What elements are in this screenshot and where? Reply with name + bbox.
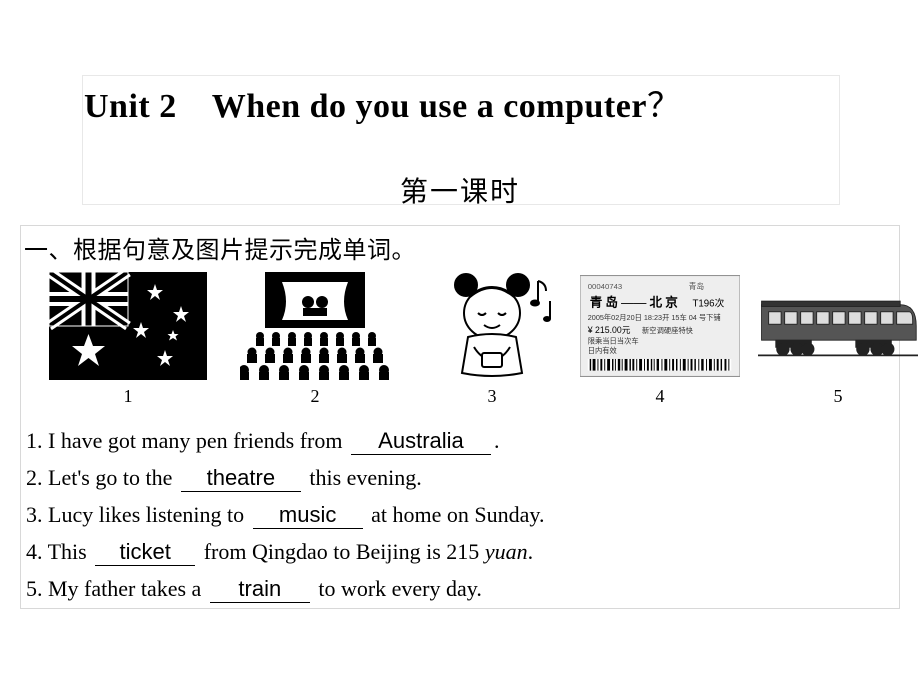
- answer-blank: music: [253, 503, 363, 529]
- svg-text:青 岛 —— 北 京: 青 岛 —— 北 京: [590, 295, 679, 310]
- italic-word: yuan: [485, 539, 528, 564]
- svg-text:¥ 215.00元: ¥ 215.00元: [587, 325, 631, 335]
- train-icon: [758, 286, 918, 366]
- ticket-icon: 00040743 青岛 青 岛 —— 北 京 T196次 2005年02月20日…: [580, 270, 740, 382]
- sentence-5: 5. My father takes a train to work every…: [26, 570, 896, 607]
- sentence-3: 3. Lucy likes listening to music at home…: [26, 496, 896, 533]
- image-number: 1: [48, 386, 208, 407]
- image-1-australia-flag: 1: [48, 272, 208, 407]
- svg-text:2005年02月20日 18:23开 15车 04 号下铺: 2005年02月20日 18:23开 15车 04 号下铺: [588, 313, 721, 322]
- sentence-text: from Qingdao to Beijing is 215: [198, 539, 485, 564]
- sentence-text: 4. This: [26, 539, 92, 564]
- answer-blank: train: [210, 577, 310, 603]
- image-5-train: 5: [758, 272, 918, 407]
- sentence-text: 2. Let's go to the: [26, 465, 178, 490]
- lesson-subtitle: 第一课时: [0, 170, 920, 210]
- theatre-icon: [240, 272, 390, 380]
- sentence-1: 1. I have got many pen friends from Aust…: [26, 422, 896, 459]
- answer-blank: Australia: [351, 429, 491, 455]
- svg-text:T196次: T196次: [692, 297, 724, 310]
- image-number: 4: [580, 386, 740, 407]
- svg-text:00040743: 00040743: [588, 282, 622, 291]
- image-2-theatre: 2: [235, 272, 395, 407]
- svg-text:限乘当日当次车: 限乘当日当次车: [588, 336, 639, 345]
- answer-blank: theatre: [181, 466, 301, 492]
- image-row: 1: [40, 272, 910, 417]
- image-number: 5: [758, 386, 918, 407]
- music-girl-icon: [422, 267, 562, 385]
- sentence-text: 5. My father takes a: [26, 576, 207, 601]
- sentence-text: 3. Lucy likes listening to: [26, 502, 250, 527]
- sentence-text: at home on Sunday.: [366, 502, 545, 527]
- sentence-text: .: [528, 539, 534, 564]
- sentence-4: 4. This ticket from Qingdao to Beijing i…: [26, 533, 896, 570]
- sentence-text: this evening.: [304, 465, 422, 490]
- image-number: 2: [235, 386, 395, 407]
- unit-label: Unit 2: [84, 88, 177, 125]
- sentence-2: 2. Let's go to the theatre this evening.: [26, 459, 896, 496]
- answer-blank: ticket: [95, 540, 195, 566]
- svg-text:日内有效: 日内有效: [588, 346, 618, 355]
- svg-text:青岛: 青岛: [689, 281, 705, 291]
- image-number: 3: [412, 386, 572, 407]
- image-4-ticket: 00040743 青岛 青 岛 —— 北 京 T196次 2005年02月20日…: [580, 272, 740, 407]
- sentence-list: 1. I have got many pen friends from Aust…: [26, 422, 896, 607]
- unit-title: Unit 2 When do you use a computer？: [84, 78, 681, 127]
- question-mark: ？: [647, 88, 682, 125]
- section-title: 一、根据句意及图片提示完成单词。: [24, 230, 416, 265]
- sentence-text: 1. I have got many pen friends from: [26, 428, 348, 453]
- sentence-text: to work every day.: [313, 576, 482, 601]
- unit-question: When do you use a computer: [212, 88, 647, 125]
- svg-text:新空调硬座特快: 新空调硬座特快: [642, 326, 694, 335]
- sentence-text: .: [494, 428, 500, 453]
- image-3-music: 3: [412, 272, 572, 407]
- flag-icon: [49, 272, 207, 380]
